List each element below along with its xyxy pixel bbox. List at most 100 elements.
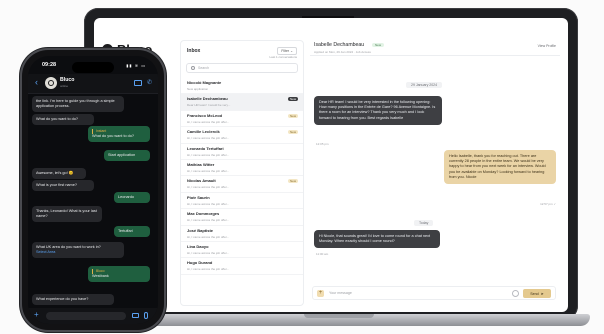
conversation-preview: Hi, I came across the job offer... [187,152,230,157]
phone-message-list: the link. I'm here to guide you through … [28,94,158,308]
search-icon [191,66,195,70]
laptop-base-notch [304,314,374,318]
phone-clock: 09:28 [42,62,57,68]
send-label: Send [530,291,539,296]
phone-input-bar: + [28,308,158,324]
send-icon: ➤ [540,291,544,296]
plus-icon[interactable]: + [34,311,39,319]
filter-button[interactable]: Filter ⌄ [277,46,297,55]
avatar[interactable] [45,77,57,89]
conversation-preview: Dear HR team! I would be very... [187,103,231,108]
phone-call-icon[interactable]: ✆ [147,79,152,86]
conversation-name: José Baptiste [187,227,214,233]
conversation-name: Mathias Witter [187,161,215,167]
conversation-item[interactable]: Nicolas Amault Hi, I came across the job … [181,176,303,193]
conversation-name: Lina Daoyo [187,243,209,249]
conversation-name: Max Dommorges [187,211,220,217]
phone-contact-name: Bluco [60,77,75,83]
phone-chat-header: ‹ Bluco online ✆ [28,74,158,94]
conversation-name: Nicolas Amault [187,178,216,184]
conversation-list: Niccolò Magnante New application Isabelle … [181,78,303,275]
conversation-item[interactable]: Piotr Saurin Hi, I came across the job of… [181,193,303,210]
conversation-preview: Hi, I came across the job offer... [187,185,230,190]
send-button[interactable]: Send ➤ [523,289,551,298]
status-icons: ▮▮ ≋ ▭ [126,63,146,68]
conversation-item[interactable]: Lina Daoyo Hi, I came across the job offe… [181,242,303,259]
message-incoming: Dear HR team! I would be very interested… [314,96,442,125]
conversation-preview: Hi, I came across the job offer... [187,201,230,206]
phone-message-incoming: Awesome, let's go! 😊 [32,168,86,179]
phone-message-outgoing: Leonardo [114,192,150,203]
phone-message-incoming: Thanks, Leonardo! What is your last name… [32,206,102,222]
emoji-icon[interactable] [512,290,519,297]
date-separator: 29 January 2024 [406,82,443,88]
conversation-name: Niccolò Magnante [187,80,222,85]
phone-message-outgoing: Tertuffari [114,226,150,237]
attach-icon[interactable]: + [317,290,324,297]
phone-message-outgoing: Instant What do you want to do? [88,126,150,142]
conversation-preview: Hi, I came across the job offer... [187,168,230,173]
conversation-item[interactable]: José Baptiste Hi, I came across the job o… [181,226,303,242]
phone-message-text: What do you want to do? [36,117,79,121]
conversation-item[interactable]: Mathias Witter Hi, I came across the job … [181,160,303,177]
conversation-item[interactable]: Isabelle Dechambeau Dear HR team! I would… [181,94,303,111]
conversation-name: Leonardo Tertuffari [187,145,224,151]
conversation-item[interactable]: Hugo Durand Hi, I came across the job off… [181,258,303,275]
new-badge: New [287,97,298,102]
conversation-name: Piotr Saurin [187,194,210,200]
conversation-preview: Hi, I came across the job offer... [187,234,230,239]
conversation-item[interactable]: Niccolò Magnante New application [181,78,303,95]
conversation-item[interactable]: Max Dommorges Hi, I came across the job o… [181,209,303,226]
message-composer[interactable]: + Your message Send ➤ [312,286,556,300]
phone-message-incoming: What is your first name? [32,180,94,191]
desktop-screen: Bluco Inbox Filter ⌄ Last 1 conversation… [94,18,568,312]
message-timestamp: 11:00 am [316,252,329,256]
phone-message-incoming: What UK area do you want to work in? Sele… [32,242,124,258]
phone-message-text: Westbank [92,274,109,278]
phone-message-text: What is your first name? [36,183,77,187]
phone-message-text: What experience do you have? [36,297,89,301]
dynamic-island [72,62,114,73]
phone-message-text: Awesome, let's go! 😊 [36,171,74,175]
phone-message-incoming: What experience do you have? [32,294,114,305]
new-badge: New [287,130,298,135]
phone-message-text: Leonardo [118,195,135,199]
status-badge: New [372,43,385,47]
back-icon[interactable]: ‹ [35,78,38,87]
video-call-icon[interactable] [134,80,142,86]
chat-panel: Isabelle Dechambeau New Applied on Mon, … [310,40,560,306]
phone-screen: 09:28 ▮▮ ≋ ▭ ‹ Bluco online ✆ the link. … [28,56,158,324]
conversation-item[interactable]: Francisco McLeod Hi, I came across the jo… [181,111,303,128]
camera-icon[interactable] [132,313,139,318]
conversation-preview: Hi, I came across the job offer... [187,218,230,223]
phone-mockup: 09:28 ▮▮ ≋ ▭ ‹ Bluco online ✆ the link. … [22,50,164,330]
view-profile-link[interactable]: View Profile [538,44,556,48]
conversation-item[interactable]: Leonardo Tertuffari Hi, I came across the… [181,144,303,160]
conversation-preview: Hi, I came across the job offer... [187,119,230,124]
message-timestamp: 12:05 pm [316,142,329,146]
phone-message-text: the link. I'm here to guide you through … [36,99,115,108]
conversation-item[interactable]: Camille Leclercik Hi, I came across the j… [181,127,303,144]
phone-message-outgoing: Bluco Westbank [88,266,150,282]
phone-message-incoming: What do you want to do? [32,114,94,125]
phone-message-text: What do you want to do? [92,134,135,138]
inbox-panel: Inbox Filter ⌄ Last 1 conversations Sear… [180,40,304,306]
phone-message-field[interactable] [46,312,126,320]
conversation-name: Camille Leclercik [187,129,220,135]
chat-meta: Applied on Mon, 29 Jan 2024 · Job Access [314,50,371,54]
conversation-preview: Hi, I came across the job offer... [187,250,230,255]
chat-header: Isabelle Dechambeau New Applied on Mon, … [310,40,560,56]
conversation-name: Isabelle Dechambeau [187,96,228,102]
conversation-name: Hugo Durand [187,260,213,266]
chat-contact-name: Isabelle Dechambeau [314,42,365,48]
message-timestamp: 12:57 pm ✓ [540,202,556,206]
phone-message-incoming: the link. I'm here to guide you through … [32,96,124,112]
search-input[interactable]: Search [186,63,298,73]
message-outgoing: Hello Isabelle, thank you for reaching o… [444,150,556,185]
composer-placeholder: Your message [329,291,352,295]
search-placeholder: Search [198,66,210,70]
conversation-name: Francisco McLeod [187,112,223,118]
microphone-icon[interactable] [144,312,148,319]
select-area-link[interactable]: Select Area [36,250,120,255]
phone-message-text: Tertuffari [118,229,133,233]
